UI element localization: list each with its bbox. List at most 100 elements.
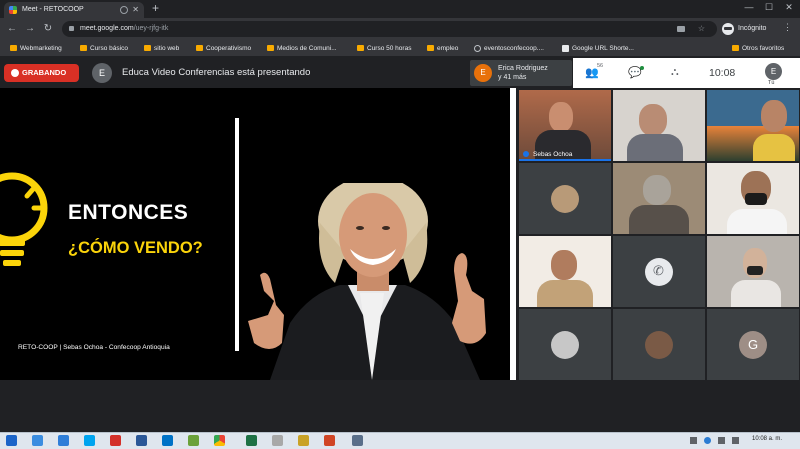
maximize-button[interactable]: ☐ xyxy=(760,2,778,13)
skype-icon[interactable] xyxy=(84,435,95,446)
participant-tile[interactable] xyxy=(519,163,611,234)
self-avatar[interactable]: E xyxy=(765,63,782,80)
meet-bottom-area xyxy=(0,380,800,432)
participant-tile[interactable] xyxy=(519,236,611,307)
folder-icon xyxy=(267,45,274,51)
meet-controls: 👥 56 💬 ⛬ 10:08 E Tú xyxy=(573,58,800,88)
folder-icon xyxy=(10,45,17,51)
presenter-photo xyxy=(248,183,486,380)
folder-icon xyxy=(196,45,203,51)
participant-tile[interactable] xyxy=(613,309,705,380)
meet-top-bar: GRABANDO E Educa Video Conferencias está… xyxy=(0,58,800,88)
presentation-slide: ENTONCES ¿CÓMO VENDO? RETO-COOP | Sebas … xyxy=(0,88,510,380)
forward-button[interactable]: → xyxy=(23,22,37,36)
browser-tab[interactable]: Meet - RETOCOOP ✕ xyxy=(4,2,144,18)
activities-icon[interactable]: ⛬ xyxy=(671,66,679,79)
bookmarks-bar: Webmarketing Curso básico sitio web Coop… xyxy=(0,40,800,57)
bookmark-label: Curso 50 horas xyxy=(367,45,412,52)
network-icon[interactable] xyxy=(690,437,697,444)
participant-avatar: E xyxy=(474,64,492,82)
minimize-button[interactable]: — xyxy=(740,2,758,12)
reload-button[interactable]: ↻ xyxy=(41,22,55,36)
app-icon[interactable] xyxy=(32,435,43,446)
participant-avatar xyxy=(551,185,579,213)
outlook-icon[interactable] xyxy=(162,435,173,446)
participant-tile[interactable]: G xyxy=(707,309,799,380)
bookmark-label: Google URL Shorte... xyxy=(572,45,634,52)
participant-tile[interactable]: ✆ xyxy=(613,236,705,307)
app-icon[interactable] xyxy=(298,435,309,446)
participant-more: y 41 más xyxy=(498,74,527,81)
incognito-indicator[interactable]: Incógnito xyxy=(722,22,766,36)
taskbar-clock[interactable]: 10:08 a. m. xyxy=(752,436,782,442)
bookmark-label: Medios de Comuni... xyxy=(277,45,337,52)
incognito-label: Incógnito xyxy=(738,25,767,32)
browser-menu-icon[interactable]: ⋮ xyxy=(783,22,792,33)
participant-tile[interactable] xyxy=(707,236,799,307)
chrome-icon[interactable] xyxy=(214,435,225,446)
excel-icon[interactable] xyxy=(246,435,257,446)
participant-avatar xyxy=(551,331,579,359)
recording-badge[interactable]: GRABANDO xyxy=(4,64,79,82)
participant-avatar xyxy=(645,331,673,359)
bookmark-item[interactable]: eventosconfecoop.... xyxy=(474,43,544,54)
self-label: Tú xyxy=(768,80,775,86)
close-tab-icon[interactable]: ✕ xyxy=(132,2,139,18)
participant-tile[interactable] xyxy=(613,163,705,234)
start-icon[interactable] xyxy=(6,435,17,446)
bookmark-label: Cooperativismo xyxy=(206,45,252,52)
participant-tile[interactable] xyxy=(519,309,611,380)
folder-icon xyxy=(427,45,434,51)
pdf-icon[interactable] xyxy=(110,435,121,446)
battery-icon[interactable] xyxy=(718,437,725,444)
browser-tab-bar: Meet - RETOCOOP ✕ + — ☐ ✕ xyxy=(0,0,800,18)
speaking-indicator-icon xyxy=(523,151,529,157)
new-tab-button[interactable]: + xyxy=(152,1,159,15)
phone-icon: ✆ xyxy=(645,258,673,286)
close-window-button[interactable]: ✕ xyxy=(780,2,798,13)
bookmark-item[interactable]: Otros favoritos xyxy=(732,43,784,54)
bookmark-item[interactable]: Cooperativismo xyxy=(196,43,251,54)
bookmark-item[interactable]: Curso 50 horas xyxy=(357,43,411,54)
participant-chip[interactable]: E Erica Rodriguez y 41 más xyxy=(470,60,572,86)
bookmark-item[interactable]: Medios de Comuni... xyxy=(267,43,337,54)
slide-credit: RETO-COOP | Sebas Ochoa - Confecoop Anti… xyxy=(18,344,170,351)
bookmark-star-icon[interactable]: ☆ xyxy=(698,21,705,37)
app-icon[interactable] xyxy=(272,435,283,446)
participant-tile[interactable] xyxy=(613,90,705,161)
presenting-status: Educa Video Conferencias está presentand… xyxy=(122,67,311,78)
onedrive-icon[interactable] xyxy=(704,437,711,444)
presenter-avatar: E xyxy=(92,63,112,83)
volume-icon[interactable] xyxy=(732,437,739,444)
bookmark-label: Webmarketing xyxy=(20,45,62,52)
address-bar[interactable]: meet.google.com/uey-rjfg-itk ☆ xyxy=(62,21,717,37)
word-icon[interactable] xyxy=(136,435,147,446)
participant-tile[interactable] xyxy=(707,163,799,234)
bookmark-item[interactable]: empleo xyxy=(427,43,458,54)
participant-tile-speaker[interactable]: Sebas Ochoa xyxy=(519,90,611,161)
lightbulb-icon xyxy=(0,172,48,266)
windows-taskbar: 10:08 a. m. xyxy=(0,432,800,449)
globe-icon xyxy=(474,45,481,52)
speaker-name: Sebas Ochoa xyxy=(533,151,573,158)
meet-favicon-icon xyxy=(9,6,17,14)
ie-icon[interactable] xyxy=(58,435,69,446)
bookmark-label: eventosconfecoop.... xyxy=(484,45,544,52)
bookmark-label: sitio web xyxy=(154,45,180,52)
camera-icon[interactable] xyxy=(677,26,685,32)
participant-count: 56 xyxy=(597,63,604,69)
participant-grid: Sebas Ochoa ✆ G xyxy=(516,88,800,380)
app-icon[interactable] xyxy=(352,435,363,446)
bookmark-item[interactable]: Curso básico xyxy=(80,43,128,54)
participant-tile[interactable] xyxy=(707,90,799,161)
participant-initial-avatar: G xyxy=(739,331,767,359)
address-toolbar: ← → ↻ meet.google.com/uey-rjfg-itk ☆ Inc… xyxy=(0,18,800,40)
folder-icon xyxy=(80,45,87,51)
powerpoint-icon[interactable] xyxy=(324,435,335,446)
bookmark-item[interactable]: sitio web xyxy=(144,43,179,54)
bookmark-item[interactable]: Webmarketing xyxy=(10,43,62,54)
record-dot-icon xyxy=(11,69,19,77)
app-icon[interactable] xyxy=(188,435,199,446)
back-button[interactable]: ← xyxy=(5,22,19,36)
bookmark-item[interactable]: Google URL Shorte... xyxy=(562,43,634,54)
